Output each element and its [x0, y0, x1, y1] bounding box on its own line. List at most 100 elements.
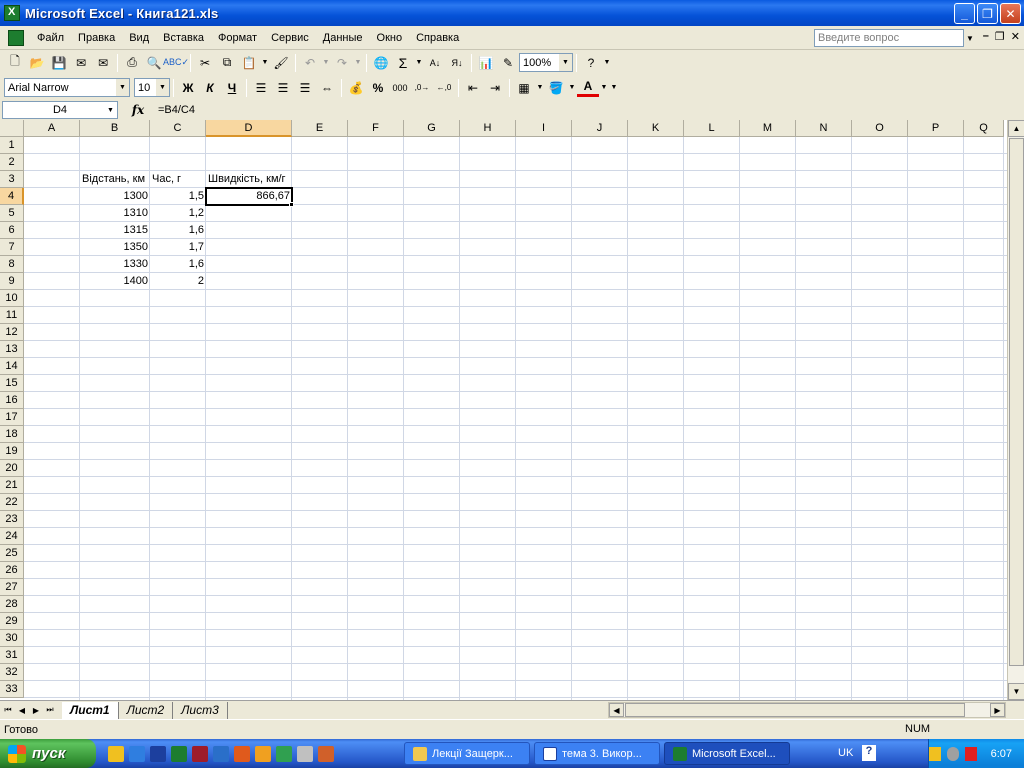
save-icon[interactable]: 💾 [48, 52, 70, 74]
print-icon[interactable]: ⎙ [121, 52, 143, 74]
column-header-p[interactable]: P [908, 120, 964, 137]
print-preview-icon[interactable]: 🔍 [143, 52, 165, 74]
row-header-4[interactable]: 4 [0, 188, 24, 205]
column-header-g[interactable]: G [404, 120, 460, 137]
row-header-25[interactable]: 25 [0, 545, 24, 562]
row-header-1[interactable]: 1 [0, 137, 24, 154]
increase-indent-icon[interactable]: ⇥ [484, 77, 506, 99]
underline-button[interactable]: Ч [221, 77, 243, 99]
ask-dropdown-icon[interactable]: ▼ [964, 29, 976, 47]
help-icon[interactable]: ? [580, 52, 602, 74]
menu-format[interactable]: Формат [211, 30, 264, 46]
task-excel[interactable]: Microsoft Excel... [664, 742, 790, 765]
doc-minimize-icon[interactable]: – [983, 30, 989, 43]
row-header-21[interactable]: 21 [0, 477, 24, 494]
fill-handle[interactable] [289, 202, 294, 207]
cell-c4[interactable]: 1,5 [150, 188, 206, 205]
player-icon[interactable] [255, 745, 271, 762]
column-header-i[interactable]: I [516, 120, 572, 137]
autosum-dropdown-icon[interactable]: ▼ [414, 52, 424, 74]
row-header-33[interactable]: 33 [0, 681, 24, 698]
row-header-9[interactable]: 9 [0, 273, 24, 290]
minimize-button[interactable]: _ [954, 3, 975, 24]
sheet-tab-3[interactable]: Лист3 [173, 701, 228, 719]
sheet-tab-1[interactable]: Лист1 [62, 701, 119, 719]
sort-ascending-icon[interactable]: A↓ [424, 52, 446, 74]
borders-icon[interactable]: ▦ [513, 77, 535, 99]
sort-descending-icon[interactable]: Я↓ [446, 52, 468, 74]
thousands-button[interactable]: 000 [389, 77, 411, 99]
row-header-2[interactable]: 2 [0, 154, 24, 171]
task-folder[interactable]: Лекції Защерк... [404, 742, 530, 765]
cell-d3[interactable]: Швидкість, км/г [206, 171, 332, 188]
select-all-corner[interactable] [0, 120, 24, 137]
browser-icon[interactable] [318, 745, 334, 762]
name-box-dropdown-icon[interactable]: ▼ [104, 102, 117, 118]
doc-close-icon[interactable]: ✕ [1011, 30, 1020, 43]
row-header-15[interactable]: 15 [0, 375, 24, 392]
align-left-icon[interactable]: ☰ [250, 77, 272, 99]
zoom-select[interactable]: 100% ▼ [519, 53, 573, 72]
chart-wizard-icon[interactable]: 📊 [475, 52, 497, 74]
row-header-29[interactable]: 29 [0, 613, 24, 630]
cell-b8[interactable]: 1330 [80, 256, 150, 273]
hyperlink-icon[interactable]: 🌐 [370, 52, 392, 74]
row-header-13[interactable]: 13 [0, 341, 24, 358]
cell-c6[interactable]: 1,6 [150, 222, 206, 239]
tray-app2-icon[interactable] [946, 746, 959, 761]
percent-button[interactable]: % [367, 77, 389, 99]
undo-icon[interactable]: ↶ [299, 52, 321, 74]
copy-icon[interactable]: ⧉ [216, 52, 238, 74]
column-header-a[interactable]: A [24, 120, 80, 137]
scroll-down-icon[interactable]: ▼ [1008, 683, 1024, 700]
font-size-dropdown-icon[interactable]: ▼ [156, 79, 169, 96]
tool-icon[interactable] [297, 745, 313, 762]
cell-c8[interactable]: 1,6 [150, 256, 206, 273]
row-header-11[interactable]: 11 [0, 307, 24, 324]
menu-window[interactable]: Окно [370, 30, 410, 46]
vertical-scroll-thumb[interactable] [1009, 138, 1024, 666]
first-sheet-icon[interactable]: ⏮ [2, 703, 14, 718]
format-painter-icon[interactable]: 🖌 [270, 52, 292, 74]
drawing-icon[interactable]: ✎ [497, 52, 519, 74]
toolbar-options-icon[interactable]: ▼ [602, 52, 612, 74]
column-header-d[interactable]: D [206, 120, 292, 137]
bold-button[interactable]: Ж [177, 77, 199, 99]
email-icon[interactable]: ✉ [92, 52, 114, 74]
menu-edit[interactable]: Правка [71, 30, 122, 46]
cell-b4[interactable]: 1300 [80, 188, 150, 205]
cut-icon[interactable]: ✂ [194, 52, 216, 74]
align-center-icon[interactable]: ☰ [272, 77, 294, 99]
redo-icon[interactable]: ↷ [331, 52, 353, 74]
font-color-dropdown-icon[interactable]: ▼ [599, 77, 609, 99]
excel-icon[interactable] [171, 745, 187, 762]
ask-question-input[interactable]: Введите вопрос [814, 29, 964, 47]
ie-icon[interactable] [129, 745, 145, 762]
column-header-n[interactable]: N [796, 120, 852, 137]
excel-app-icon[interactable] [4, 5, 20, 21]
cell-b7[interactable]: 1350 [80, 239, 150, 256]
row-header-27[interactable]: 27 [0, 579, 24, 596]
font-name-select[interactable]: Arial Narrow ▼ [4, 78, 130, 97]
outlook-icon[interactable] [213, 745, 229, 762]
last-sheet-icon[interactable]: ⏭ [44, 703, 56, 718]
italic-button[interactable]: К [199, 77, 221, 99]
formula-input[interactable]: =B4/C4 [158, 104, 195, 116]
fill-color-dropdown-icon[interactable]: ▼ [567, 77, 577, 99]
spelling-icon[interactable]: ABC✓ [163, 52, 189, 74]
decrease-indent-icon[interactable]: ⇤ [462, 77, 484, 99]
paste-dropdown-icon[interactable]: ▼ [260, 52, 270, 74]
cell-b5[interactable]: 1310 [80, 205, 150, 222]
cell-c7[interactable]: 1,7 [150, 239, 206, 256]
vertical-scrollbar[interactable]: ▲ ▼ [1007, 120, 1024, 700]
align-right-icon[interactable]: ☰ [294, 77, 316, 99]
menu-help[interactable]: Справка [409, 30, 466, 46]
row-header-3[interactable]: 3 [0, 171, 24, 188]
row-header-19[interactable]: 19 [0, 443, 24, 460]
redo-dropdown-icon[interactable]: ▼ [353, 52, 363, 74]
cell-c9[interactable]: 2 [150, 273, 206, 290]
column-header-c[interactable]: C [150, 120, 206, 137]
access-icon[interactable] [192, 745, 208, 762]
scroll-left-icon[interactable]: ◀ [609, 703, 624, 717]
start-button[interactable]: пуск [0, 739, 96, 768]
